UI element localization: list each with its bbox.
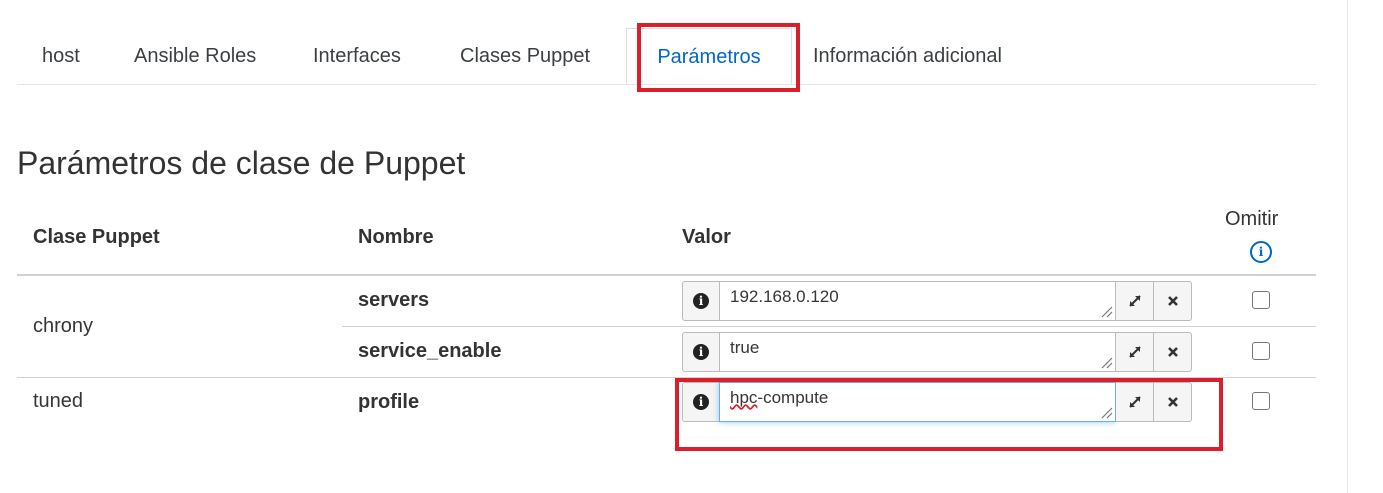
close-icon [1167, 397, 1178, 407]
value-field-servers[interactable]: 192.168.0.120 [719, 281, 1116, 321]
tab-additional-info[interactable]: Información adicional [813, 28, 1002, 84]
omit-checkbox[interactable] [1252, 392, 1270, 410]
value-input-group: i true [682, 332, 1192, 372]
resize-grip-icon[interactable] [1099, 304, 1113, 318]
remove-override-button[interactable] [1154, 281, 1192, 321]
expand-icon [1128, 396, 1141, 408]
tab-host[interactable]: host [42, 28, 80, 84]
expand-button[interactable] [1116, 281, 1154, 321]
puppet-class-chrony: chrony [33, 315, 94, 337]
page-right-border [1347, 0, 1348, 493]
param-name-profile: profile [358, 391, 420, 413]
tab-bar: host Ansible Roles Interfaces Clases Pup… [17, 28, 1316, 85]
tab-parameters[interactable]: Parámetros [626, 28, 792, 84]
omit-checkbox[interactable] [1252, 342, 1270, 360]
tab-interfaces[interactable]: Interfaces [313, 28, 401, 84]
omit-checkbox[interactable] [1252, 291, 1270, 309]
page-title: Parámetros de clase de Puppet [17, 145, 466, 181]
info-icon[interactable]: i [682, 281, 719, 321]
value-field-profile[interactable]: hpc-compute [719, 382, 1116, 422]
remove-override-button[interactable] [1154, 332, 1192, 372]
header-divider [17, 274, 1316, 276]
col-header-puppet-class: Clase Puppet [33, 226, 160, 248]
col-header-omit: Omitir [1225, 208, 1279, 230]
param-name-service-enable: service_enable [358, 340, 502, 362]
close-icon [1167, 347, 1178, 357]
expand-button[interactable] [1116, 382, 1154, 422]
info-icon[interactable]: i [682, 382, 719, 422]
close-icon [1167, 296, 1178, 306]
expand-icon [1128, 295, 1141, 307]
remove-override-button[interactable] [1154, 382, 1192, 422]
expand-icon [1128, 346, 1141, 358]
value-input-group: i 192.168.0.120 [682, 281, 1192, 321]
value-field-service-enable[interactable]: true [719, 332, 1116, 372]
tab-ansible-roles[interactable]: Ansible Roles [134, 28, 256, 84]
row-divider [342, 326, 1316, 327]
resize-grip-icon[interactable] [1099, 355, 1113, 369]
col-header-name: Nombre [358, 226, 434, 248]
resize-grip-icon[interactable] [1099, 405, 1113, 419]
col-header-value: Valor [682, 226, 731, 248]
value-input-group: i hpc-compute [682, 382, 1192, 422]
puppet-class-tuned: tuned [33, 390, 84, 412]
param-name-servers: servers [358, 289, 430, 311]
row-divider [17, 377, 1316, 378]
expand-button[interactable] [1116, 332, 1154, 372]
info-icon[interactable]: i [682, 332, 719, 372]
tab-puppet-classes[interactable]: Clases Puppet [460, 28, 590, 84]
omit-info-icon[interactable]: i [1250, 241, 1272, 263]
